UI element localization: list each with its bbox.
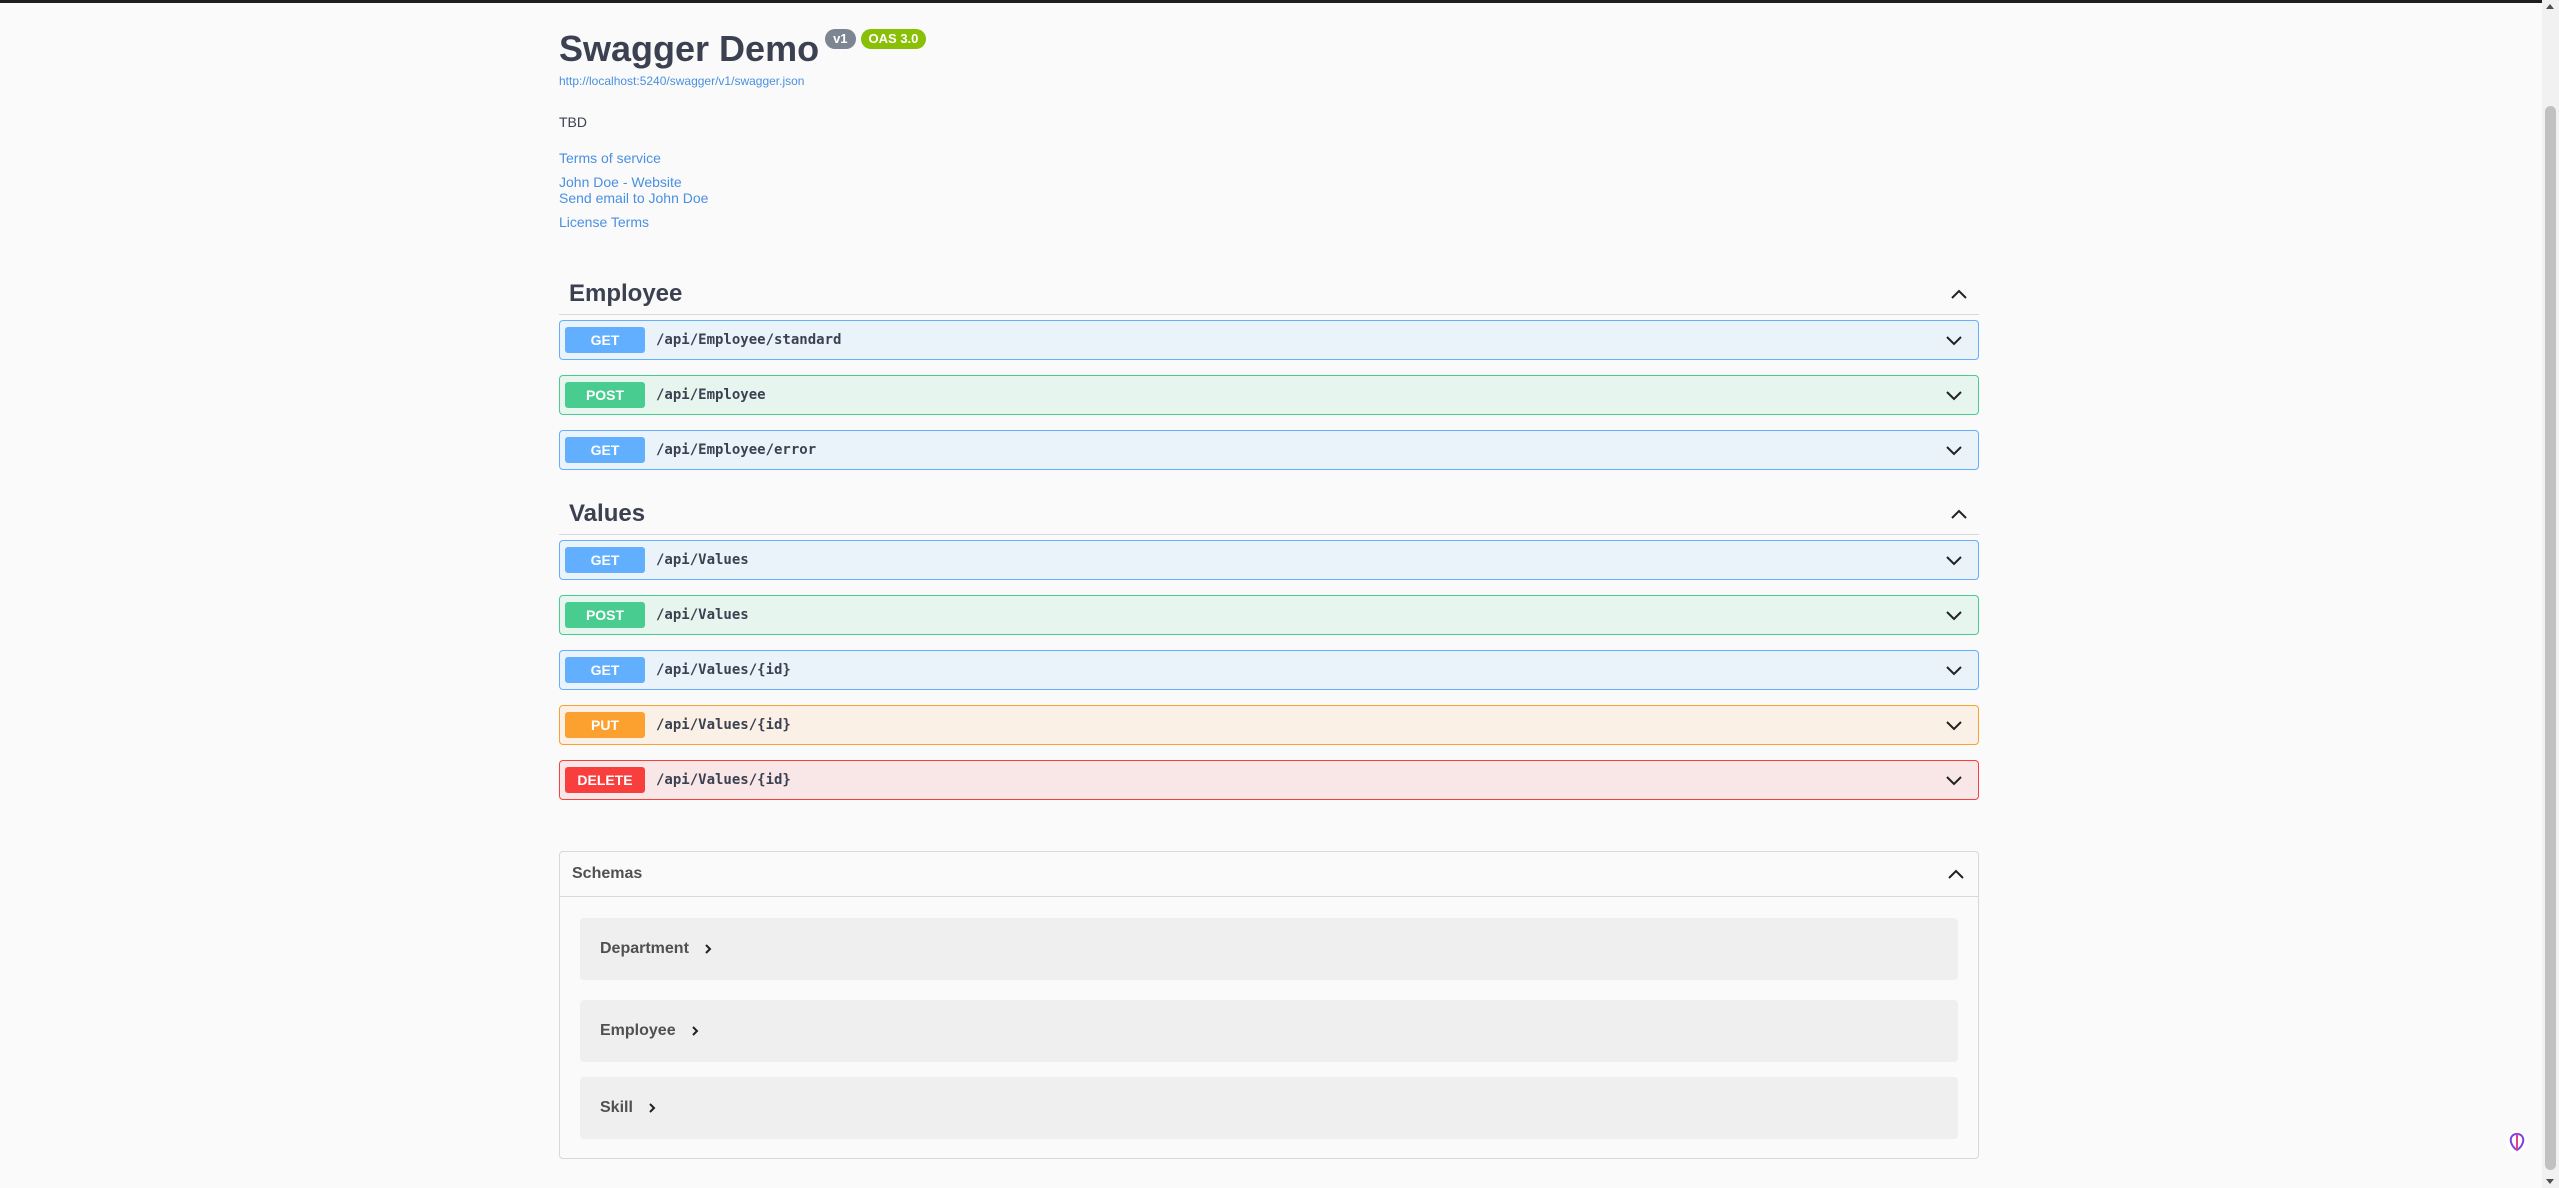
chevron-down-icon[interactable] xyxy=(1944,385,1964,405)
chevron-down-icon[interactable] xyxy=(1944,330,1964,350)
contact-website-link[interactable]: John Doe - Website xyxy=(559,174,1979,190)
chevron-down-icon[interactable] xyxy=(1944,715,1964,735)
page-scrollbar[interactable] xyxy=(2542,0,2559,1188)
method-badge: DELETE xyxy=(565,767,645,793)
operation-delete-values-id[interactable]: DELETE /api/Values/{id} xyxy=(559,760,1979,800)
swagger-ui-container: Swagger Demo v1 OAS 3.0 http://localhost… xyxy=(559,0,1979,1159)
api-description: TBD xyxy=(559,114,587,130)
operation-get-employee-standard[interactable]: GET /api/Employee/standard xyxy=(559,320,1979,360)
operation-path: /api/Values/{id} xyxy=(656,772,791,788)
scroll-thumb[interactable] xyxy=(2545,106,2556,1170)
model-department[interactable]: Department xyxy=(580,918,1958,980)
operation-path: /api/Employee/standard xyxy=(656,332,842,348)
chevron-down-icon[interactable] xyxy=(1944,660,1964,680)
tag-name: Employee xyxy=(569,279,683,307)
chevron-right-icon[interactable] xyxy=(701,942,715,956)
chevron-down-icon[interactable] xyxy=(1944,770,1964,790)
chevron-up-icon[interactable] xyxy=(1949,504,1969,524)
method-badge: GET xyxy=(565,657,645,683)
chevron-down-icon[interactable] xyxy=(1944,605,1964,625)
tag-header-employee[interactable]: Employee xyxy=(559,273,1979,315)
chevron-up-icon[interactable] xyxy=(1949,284,1969,304)
chevron-right-icon[interactable] xyxy=(688,1024,702,1038)
version-badge: v1 xyxy=(825,29,856,49)
terms-of-service-link[interactable]: Terms of service xyxy=(559,150,1979,166)
scroll-up-icon[interactable] xyxy=(2546,4,2554,9)
operation-path: /api/Values/{id} xyxy=(656,717,791,733)
info-section: Swagger Demo v1 OAS 3.0 http://localhost… xyxy=(559,0,1979,230)
model-name: Department xyxy=(600,940,689,957)
title-row: Swagger Demo v1 OAS 3.0 xyxy=(559,26,1979,72)
operation-get-employee-error[interactable]: GET /api/Employee/error xyxy=(559,430,1979,470)
method-badge: POST xyxy=(565,602,645,628)
extension-icon[interactable] xyxy=(2505,1130,2529,1154)
schemas-header[interactable]: Schemas xyxy=(560,852,1978,897)
model-name: Employee xyxy=(600,1022,676,1039)
chevron-down-icon[interactable] xyxy=(1944,440,1964,460)
oas-badge: OAS 3.0 xyxy=(860,29,927,49)
model-skill[interactable]: Skill xyxy=(580,1077,1958,1139)
method-badge: GET xyxy=(565,437,645,463)
operation-get-values-id[interactable]: GET /api/Values/{id} xyxy=(559,650,1979,690)
tag-section-values: Values GET /api/Values POST /api/Values … xyxy=(559,493,1979,800)
operation-post-values[interactable]: POST /api/Values xyxy=(559,595,1979,635)
operation-path: /api/Values xyxy=(656,552,749,568)
schemas-title: Schemas xyxy=(572,865,643,882)
scroll-down-icon[interactable] xyxy=(2546,1179,2554,1184)
license-link[interactable]: License Terms xyxy=(559,214,1979,230)
operation-post-employee[interactable]: POST /api/Employee xyxy=(559,375,1979,415)
model-name: Skill xyxy=(600,1099,633,1116)
tag-header-values[interactable]: Values xyxy=(559,493,1979,535)
schemas-section: Schemas Department Employee Skill xyxy=(559,851,1979,1159)
operation-get-values[interactable]: GET /api/Values xyxy=(559,540,1979,580)
chevron-down-icon[interactable] xyxy=(1944,550,1964,570)
method-badge: PUT xyxy=(565,712,645,738)
operation-path: /api/Values/{id} xyxy=(656,662,791,678)
operation-path: /api/Employee/error xyxy=(656,442,817,458)
chevron-up-icon[interactable] xyxy=(1946,864,1966,884)
tag-name: Values xyxy=(569,499,646,527)
method-badge: GET xyxy=(565,547,645,573)
method-badge: GET xyxy=(565,327,645,353)
page-title: Swagger Demo xyxy=(559,28,820,69)
spec-url-link[interactable]: http://localhost:5240/swagger/v1/swagger… xyxy=(559,74,1979,88)
operation-path: /api/Employee xyxy=(656,387,766,403)
tag-section-employee: Employee GET /api/Employee/standard POST… xyxy=(559,273,1979,470)
operation-put-values-id[interactable]: PUT /api/Values/{id} xyxy=(559,705,1979,745)
method-badge: POST xyxy=(565,382,645,408)
operation-path: /api/Values xyxy=(656,607,749,623)
model-employee[interactable]: Employee xyxy=(580,1000,1958,1062)
chevron-right-icon[interactable] xyxy=(645,1101,659,1115)
contact-email-link[interactable]: Send email to John Doe xyxy=(559,190,1979,206)
